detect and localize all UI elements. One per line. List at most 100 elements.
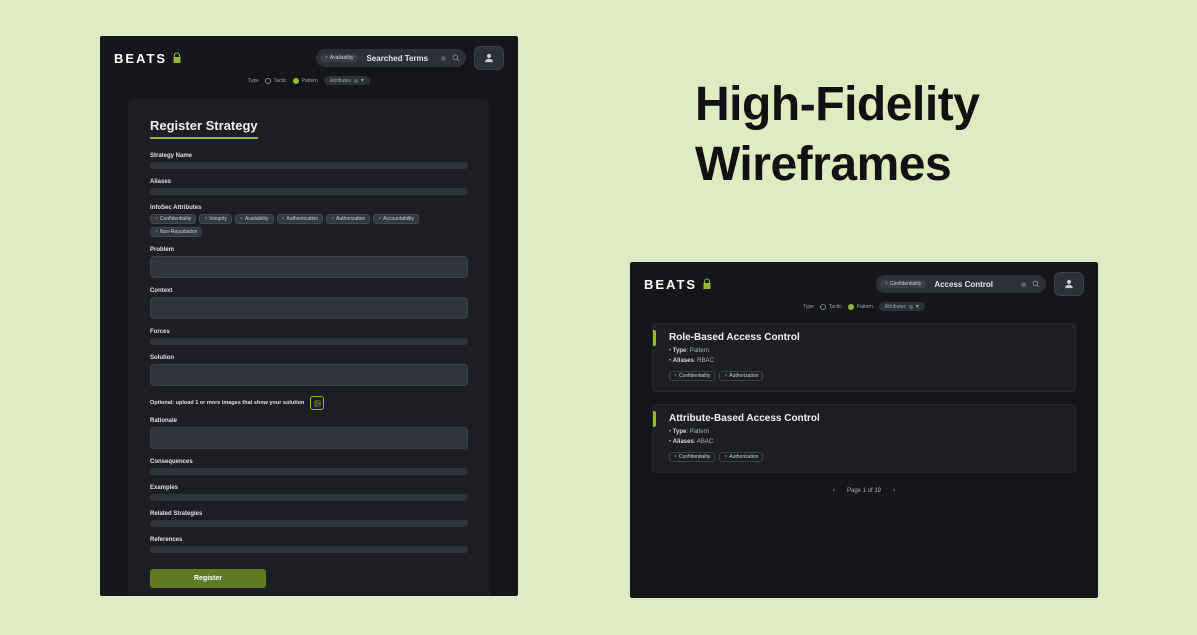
close-icon: × <box>674 454 677 460</box>
tag-authorization[interactable]: ×Authorization <box>719 371 763 381</box>
filter-tactic-option[interactable]: Tactic <box>265 78 287 84</box>
label-solution: Solution <box>150 355 468 361</box>
filter-attributes-select[interactable]: Attributes ▾ <box>879 302 925 311</box>
result-tags: ×Confidentiality ×Authorization <box>669 452 1059 462</box>
infosec-chip-row: ×Confidentiality ×Integrity ×Availabilit… <box>150 214 468 237</box>
accent-stripe <box>653 330 656 346</box>
search-filter-chip[interactable]: × Confidentiality <box>880 280 926 288</box>
input-rationale[interactable] <box>150 427 468 449</box>
upload-label: Optional: upload 1 or more images that s… <box>150 400 304 406</box>
search-text[interactable]: Searched Terms <box>362 54 437 63</box>
label-context: Context <box>150 288 468 294</box>
app-register-strategy: BEATS × Availability Searched Terms Type… <box>100 36 518 596</box>
page-title-line2: Wireframes <box>695 135 979 195</box>
label-aliases: Aliases <box>150 179 468 185</box>
close-icon: × <box>724 454 727 460</box>
close-icon[interactable]: × <box>331 216 334 222</box>
chip-confidentiality[interactable]: ×Confidentiality <box>150 214 196 224</box>
user-menu[interactable] <box>474 46 504 70</box>
register-button[interactable]: Register <box>150 569 266 588</box>
search-icon <box>1032 280 1040 288</box>
label-infosec: InfoSec Attributes <box>150 205 468 211</box>
label-related: Related Strategies <box>150 511 468 517</box>
chip-authentication[interactable]: ×Authentication <box>277 214 324 224</box>
close-icon: × <box>724 373 727 379</box>
chip-remove-icon[interactable]: × <box>885 281 888 287</box>
result-card[interactable]: Attribute-Based Access Control Type: Pat… <box>652 404 1076 473</box>
panel-title: Register Strategy <box>150 118 258 139</box>
results-list: Role-Based Access Control Type: Pattern … <box>630 319 1098 504</box>
chip-nonrepudiation[interactable]: ×Non-Repudiation <box>150 227 202 237</box>
chevron-down-icon: ▾ <box>916 303 919 310</box>
upload-button[interactable] <box>310 396 324 410</box>
chevron-down-icon: ▾ <box>361 77 364 84</box>
input-solution[interactable] <box>150 364 468 386</box>
close-icon[interactable]: × <box>282 216 285 222</box>
input-forces[interactable] <box>150 338 468 345</box>
search-button[interactable] <box>450 54 462 62</box>
filter-bar: Type Tactic Pattern Attributes ▾ <box>630 298 1098 319</box>
chip-availability[interactable]: ×Availability <box>235 214 273 224</box>
topbar: BEATS × Availability Searched Terms <box>100 36 518 72</box>
filter-bar: Type Tactic Pattern Attributes ▾ <box>100 72 518 93</box>
close-icon: × <box>674 373 677 379</box>
label-consequences: Consequences <box>150 459 468 465</box>
pager: ‹ Page 1 of 19 › <box>652 487 1076 494</box>
close-icon[interactable]: × <box>155 216 158 222</box>
input-strategy-name[interactable] <box>150 162 468 169</box>
input-related[interactable] <box>150 520 468 527</box>
result-card[interactable]: Role-Based Access Control Type: Pattern … <box>652 323 1076 392</box>
dot-icon <box>909 305 913 309</box>
search-bar[interactable]: × Availability Searched Terms <box>316 49 466 67</box>
chip-integrity[interactable]: ×Integrity <box>199 214 232 224</box>
radio-off-icon <box>265 78 271 84</box>
image-icon <box>314 400 321 407</box>
brand-text: BEATS <box>644 277 697 292</box>
input-problem[interactable] <box>150 256 468 278</box>
search-status-dot <box>441 56 446 61</box>
radio-on-icon <box>848 304 854 310</box>
search-filter-chip[interactable]: × Availability <box>320 54 358 62</box>
pager-status: Page 1 of 19 <box>847 488 881 494</box>
filter-tactic-option[interactable]: Tactic <box>820 304 842 310</box>
input-references[interactable] <box>150 546 468 553</box>
input-aliases[interactable] <box>150 188 468 195</box>
search-button[interactable] <box>1030 280 1042 288</box>
filter-pattern-option[interactable]: Pattern <box>848 304 873 310</box>
brand: BEATS <box>114 51 183 66</box>
chip-accountability[interactable]: ×Accountability <box>373 214 419 224</box>
brand-text: BEATS <box>114 51 167 66</box>
tag-confidentiality[interactable]: ×Confidentiality <box>669 452 715 462</box>
close-icon[interactable]: × <box>240 216 243 222</box>
lock-icon <box>701 278 713 290</box>
pager-next[interactable]: › <box>893 487 895 494</box>
input-consequences[interactable] <box>150 468 468 475</box>
accent-stripe <box>653 411 656 427</box>
label-problem: Problem <box>150 247 468 253</box>
search-bar[interactable]: × Confidentiality Access Control <box>876 275 1046 293</box>
lock-icon <box>171 52 183 64</box>
close-icon[interactable]: × <box>204 216 207 222</box>
input-examples[interactable] <box>150 494 468 501</box>
search-status-dot <box>1021 282 1026 287</box>
filter-attributes-select[interactable]: Attributes ▾ <box>324 76 370 85</box>
input-context[interactable] <box>150 297 468 319</box>
dot-icon <box>354 79 358 83</box>
filter-pattern-option[interactable]: Pattern <box>293 78 318 84</box>
chip-remove-icon[interactable]: × <box>325 55 328 61</box>
radio-off-icon <box>820 304 826 310</box>
user-menu[interactable] <box>1054 272 1084 296</box>
search-text[interactable]: Access Control <box>930 280 1017 289</box>
pager-prev[interactable]: ‹ <box>833 487 835 494</box>
page-title-line1: High-Fidelity <box>695 75 979 135</box>
topbar: BEATS × Confidentiality Access Control <box>630 262 1098 298</box>
user-icon <box>1064 279 1074 289</box>
upload-row: Optional: upload 1 or more images that s… <box>150 396 468 410</box>
chip-authorization[interactable]: ×Authorization <box>326 214 370 224</box>
tag-confidentiality[interactable]: ×Confidentiality <box>669 371 715 381</box>
user-icon <box>484 53 494 63</box>
page-title: High-Fidelity Wireframes <box>695 75 979 195</box>
close-icon[interactable]: × <box>155 229 158 235</box>
close-icon[interactable]: × <box>378 216 381 222</box>
tag-authorization[interactable]: ×Authorization <box>719 452 763 462</box>
